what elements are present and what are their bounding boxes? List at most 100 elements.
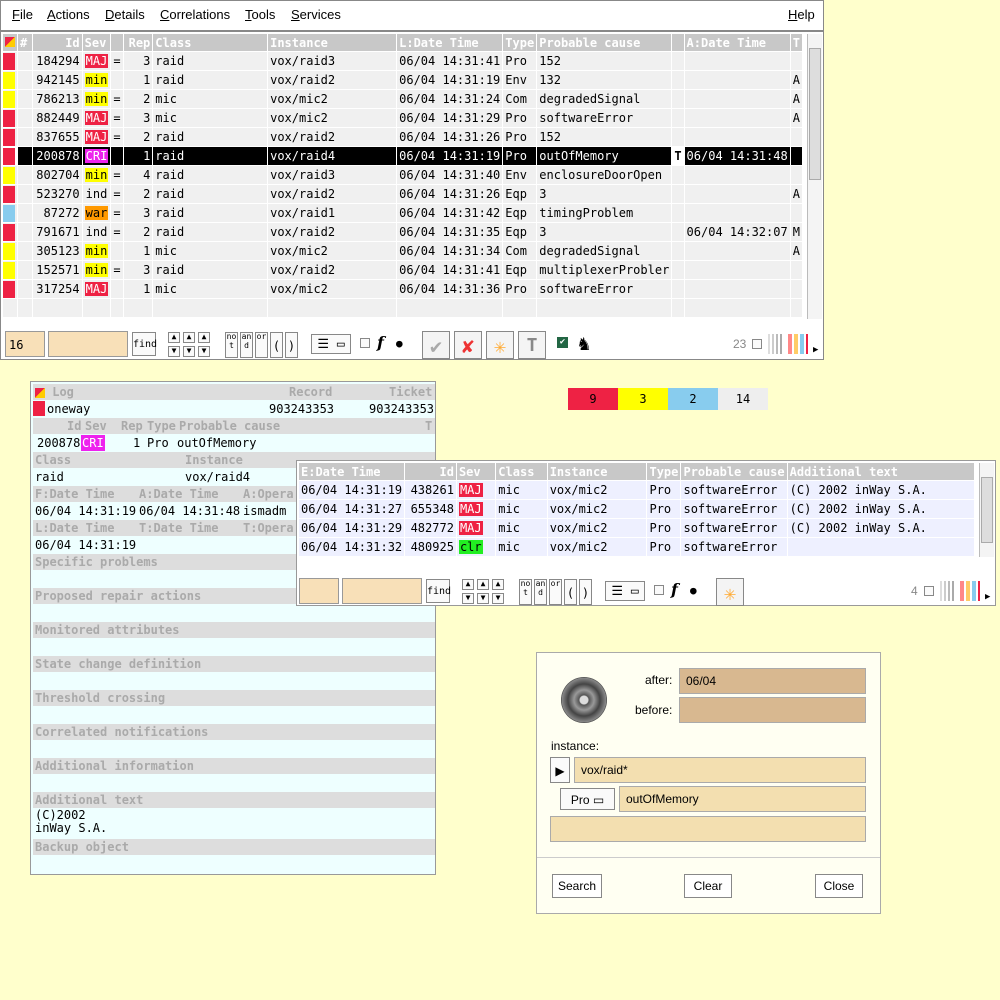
- rparen-button[interactable]: ): [285, 332, 298, 358]
- header-edate[interactable]: E:Date Time: [299, 463, 406, 481]
- close-button[interactable]: Close: [815, 874, 863, 898]
- after-input[interactable]: 06/04: [679, 668, 866, 694]
- filter-input[interactable]: [48, 331, 128, 357]
- up-arrow-icon[interactable]: ▲: [198, 332, 210, 343]
- level-bars-icon[interactable]: [940, 581, 958, 601]
- header-instance[interactable]: Instance: [267, 34, 398, 52]
- and-button[interactable]: and: [240, 332, 253, 358]
- table-row[interactable]: 06/04 14:31:27 655348 MAJ mic vox/mic2 Pro sof…: [299, 499, 975, 519]
- header-flag-icon[interactable]: [3, 34, 18, 52]
- header-cause[interactable]: Probable cause: [536, 34, 673, 52]
- list-menu-button[interactable]: ☰ ▭: [311, 334, 351, 354]
- menu-details[interactable]: Details: [105, 7, 145, 22]
- table-row[interactable]: 152571 min = 3 raid vox/raid2 06/04 14:31:41 Eq…: [3, 260, 803, 280]
- table-row[interactable]: 06/04 14:31:29 482772 MAJ mic vox/mic2 Pro sof…: [299, 518, 975, 538]
- list-menu-button[interactable]: ☰ ▭: [605, 581, 645, 601]
- count-field[interactable]: 16: [5, 331, 45, 357]
- radio-icon[interactable]: ●: [690, 584, 697, 597]
- header-adate[interactable]: A:Date Time: [684, 34, 791, 52]
- menu-services[interactable]: Services: [291, 7, 341, 22]
- checkbox[interactable]: [924, 586, 934, 596]
- header-type[interactable]: Type: [646, 463, 682, 481]
- checkbox[interactable]: [360, 338, 370, 348]
- table-row[interactable]: 942145 min 1 raid vox/raid2 06/04 14:31:19 Env…: [3, 70, 803, 90]
- header-sev[interactable]: Sev: [456, 463, 497, 481]
- down-arrow-icon[interactable]: ▼: [198, 346, 210, 357]
- find-button[interactable]: find: [132, 332, 157, 356]
- down-arrow-icon[interactable]: ▼: [183, 346, 195, 357]
- scrollbar-thumb[interactable]: [809, 48, 821, 180]
- menu-actions[interactable]: Actions: [47, 7, 90, 22]
- menu-correlations[interactable]: Correlations: [160, 7, 230, 22]
- table-row[interactable]: 06/04 14:31:32 480925 clr mic vox/mic2 Pro sof…: [299, 537, 975, 557]
- alarm-table-scrollbar[interactable]: [807, 34, 822, 319]
- right-arrow-icon[interactable]: ▶: [985, 592, 990, 602]
- checkbox[interactable]: [654, 585, 664, 595]
- menu-file[interactable]: File: [12, 7, 33, 22]
- header-cause[interactable]: Probable cause: [680, 463, 788, 481]
- lparen-button[interactable]: (: [564, 579, 577, 605]
- or-button[interactable]: or: [255, 332, 268, 358]
- header-t[interactable]: T: [790, 34, 803, 52]
- rparen-button[interactable]: ): [579, 579, 592, 605]
- header-num[interactable]: #: [17, 34, 33, 52]
- correlated-scrollbar[interactable]: [979, 463, 994, 557]
- header-ldate[interactable]: L:Date Time: [396, 34, 504, 52]
- up-arrow-icon[interactable]: ▲: [477, 579, 489, 590]
- checkbox[interactable]: [752, 339, 762, 349]
- down-arrow-icon[interactable]: ▼: [477, 593, 489, 604]
- or-button[interactable]: or: [549, 579, 562, 605]
- checkmark-icon[interactable]: ✔: [422, 331, 450, 359]
- header-instance[interactable]: Instance: [547, 463, 648, 481]
- ticket-button[interactable]: T: [518, 331, 546, 359]
- header-sev[interactable]: Sev: [82, 34, 112, 52]
- down-arrow-icon[interactable]: ▼: [168, 346, 180, 357]
- header-additional-text[interactable]: Additional text: [787, 463, 975, 481]
- cancel-icon[interactable]: ✘: [454, 331, 482, 359]
- right-arrow-icon[interactable]: ▶: [813, 345, 818, 355]
- down-arrow-icon[interactable]: ▼: [492, 593, 504, 604]
- function-icon[interactable]: f: [377, 333, 384, 352]
- and-button[interactable]: and: [534, 579, 547, 605]
- filter-input[interactable]: [342, 578, 422, 604]
- down-arrow-icon[interactable]: ▼: [462, 593, 474, 604]
- find-button[interactable]: find: [426, 579, 451, 603]
- figure-icon[interactable]: ♞: [578, 331, 590, 355]
- menu-help[interactable]: Help: [788, 7, 815, 22]
- not-button[interactable]: not: [225, 332, 238, 358]
- header-class[interactable]: Class: [152, 34, 269, 52]
- asterisk-icon[interactable]: ✳: [486, 331, 514, 359]
- table-row[interactable]: 523270 ind = 2 raid vox/raid2 06/04 14:31:26 Eq…: [3, 184, 803, 204]
- radio-icon[interactable]: ●: [396, 337, 403, 350]
- count-field[interactable]: [299, 578, 339, 604]
- table-row[interactable]: 06/04 14:31:19 438261 MAJ mic vox/mic2 Pro sof…: [299, 480, 975, 500]
- table-row[interactable]: 87272 war = 3 raid vox/raid1 06/04 14:31:42 Eqp…: [3, 203, 803, 223]
- up-arrow-icon[interactable]: ▲: [168, 332, 180, 343]
- up-arrow-icon[interactable]: ▲: [492, 579, 504, 590]
- header-rep[interactable]: Rep: [123, 34, 154, 52]
- function-icon[interactable]: f: [671, 580, 678, 599]
- header-class[interactable]: Class: [495, 463, 548, 481]
- scrollbar-thumb[interactable]: [981, 477, 993, 543]
- cause-input[interactable]: outOfMemory: [619, 786, 866, 812]
- table-row[interactable]: 200878 CRI 1 raid vox/raid4 06/04 14:31:19 Pro…: [3, 146, 803, 166]
- severity-bars-icon[interactable]: [960, 581, 980, 601]
- header-id[interactable]: Id: [404, 463, 457, 481]
- table-row[interactable]: 184294 MAJ = 3 raid vox/raid3 06/04 14:31:41 Pr…: [3, 51, 803, 71]
- lparen-button[interactable]: (: [270, 332, 283, 358]
- up-arrow-icon[interactable]: ▲: [462, 579, 474, 590]
- table-row[interactable]: 305123 min 1 mic vox/mic2 06/04 14:31:34 Com de…: [3, 241, 803, 261]
- table-row[interactable]: 786213 min = 2 mic vox/mic2 06/04 14:31:24 Com d…: [3, 89, 803, 109]
- up-arrow-icon[interactable]: ▲: [183, 332, 195, 343]
- table-row[interactable]: 317254 MAJ 1 mic vox/mic2 06/04 14:31:36 Pro so…: [3, 279, 803, 299]
- asterisk-icon[interactable]: ✳: [716, 578, 744, 606]
- header-type[interactable]: Type: [502, 34, 538, 52]
- type-select[interactable]: Pro ▭: [560, 788, 615, 810]
- severity-bars-icon[interactable]: [788, 334, 808, 354]
- level-bars-icon[interactable]: [768, 334, 786, 354]
- table-row[interactable]: 791671 ind = 2 raid vox/raid2 06/04 14:31:35 Eq…: [3, 222, 803, 242]
- search-button[interactable]: Search: [552, 874, 602, 898]
- before-input[interactable]: [679, 697, 866, 723]
- not-button[interactable]: not: [519, 579, 532, 605]
- extra-input[interactable]: [550, 816, 866, 842]
